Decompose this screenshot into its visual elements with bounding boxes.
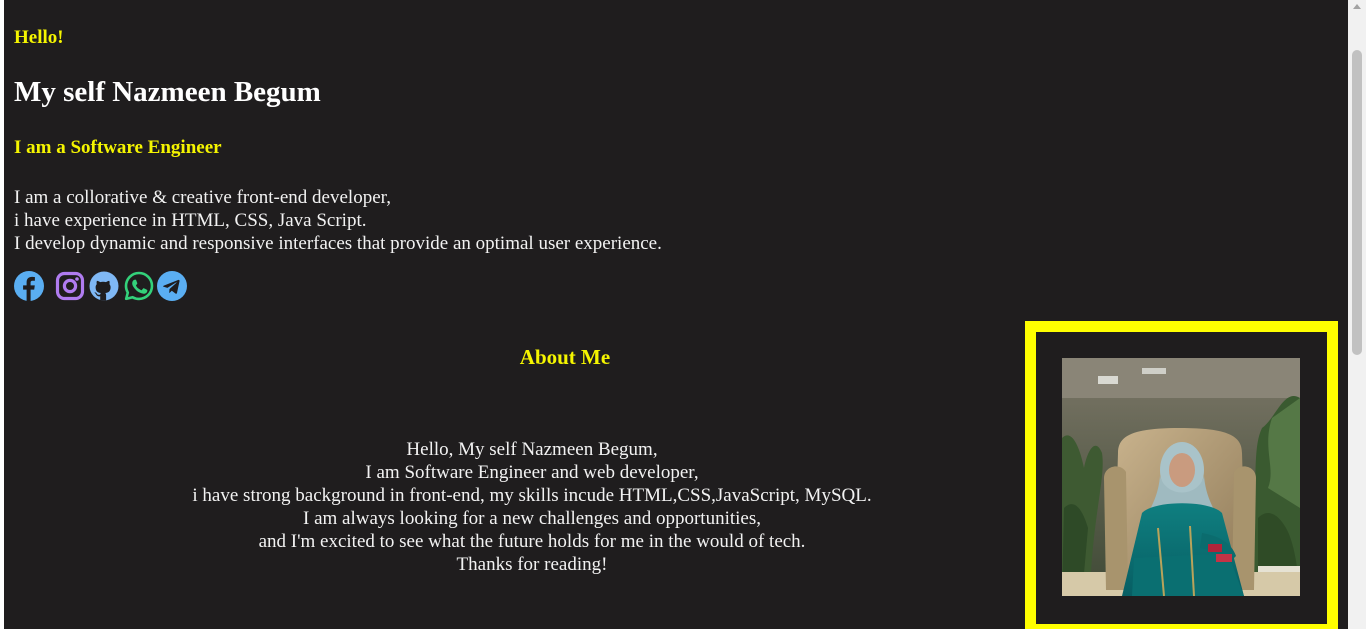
page-viewport: Hello! My self Nazmeen Begum I am a Soft… — [4, 0, 1348, 629]
whatsapp-icon[interactable] — [124, 271, 154, 301]
about-line: I am always looking for a new challenges… — [303, 508, 761, 529]
scroll-up-arrow-icon[interactable] — [1353, 4, 1361, 9]
profile-photo-frame — [1025, 321, 1338, 629]
vertical-scrollbar[interactable] — [1348, 0, 1366, 629]
scrollbar-thumb[interactable] — [1352, 50, 1362, 355]
about-line: i have strong background in front-end, m… — [192, 485, 872, 506]
role-heading: I am a Software Engineer — [14, 137, 222, 158]
profile-photo — [1062, 358, 1300, 596]
github-icon[interactable] — [89, 271, 119, 301]
intro-line: I develop dynamic and responsive interfa… — [14, 233, 662, 254]
intro-line: I am a collorative & creative front-end … — [14, 187, 391, 208]
about-line: Thanks for reading! — [456, 554, 608, 575]
about-paragraph: Hello, My self Nazmeen Begum, I am Softw… — [4, 438, 1060, 576]
intro-paragraph: I am a collorative & creative front-end … — [14, 186, 662, 255]
about-line: and I'm excited to see what the future h… — [258, 531, 806, 552]
intro-line: i have experience in HTML, CSS, Java Scr… — [14, 210, 367, 231]
facebook-icon[interactable] — [14, 271, 44, 301]
name-heading: My self Nazmeen Begum — [14, 76, 321, 108]
about-heading: About Me — [519, 345, 611, 369]
greeting-heading: Hello! — [14, 27, 64, 48]
telegram-icon[interactable] — [157, 271, 187, 301]
about-line: I am Software Engineer and web developer… — [365, 462, 699, 483]
instagram-icon[interactable] — [55, 271, 85, 301]
about-line: Hello, My self Nazmeen Begum, — [406, 439, 658, 460]
